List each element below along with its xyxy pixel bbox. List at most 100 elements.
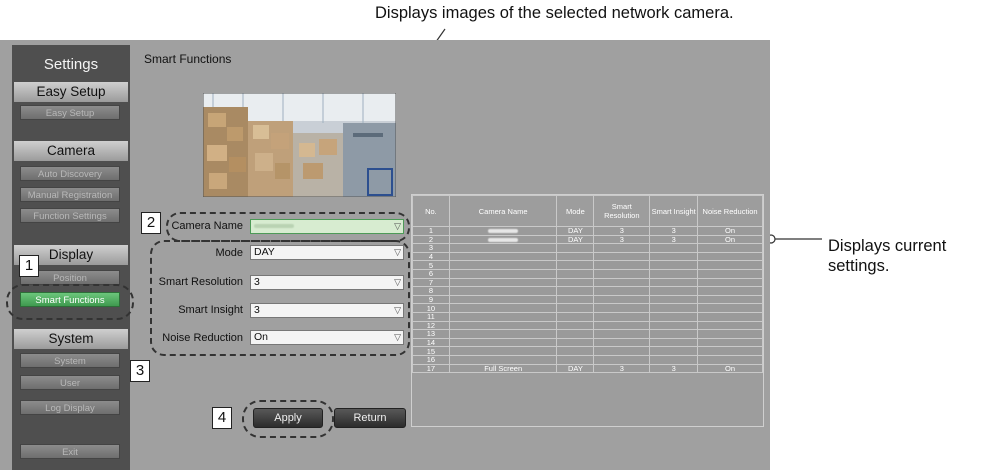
table-row[interactable]: 9: [412, 294, 763, 305]
table-cell: [649, 286, 699, 296]
table-row[interactable]: 1 DAY 3 3 On: [412, 226, 763, 236]
table-cell: [697, 277, 763, 288]
table-cell: 5: [412, 260, 450, 270]
table-cell: 11: [412, 311, 450, 322]
mode-label: Mode: [215, 247, 243, 259]
sidebar-item-function-settings[interactable]: Function Settings: [20, 208, 120, 223]
table-cell: 6: [412, 268, 450, 279]
noise-reduction-label: Noise Reduction: [162, 332, 243, 344]
table-cell: [697, 286, 763, 296]
table-row[interactable]: 5: [412, 260, 763, 270]
table-cell: [593, 294, 651, 305]
sidebar-item-easy-setup[interactable]: Easy Setup: [20, 105, 120, 120]
chevron-down-icon: ▽: [394, 332, 401, 342]
table-cell: [593, 251, 651, 262]
table-cell: 3: [412, 243, 450, 253]
sidebar-item-log-display[interactable]: Log Display: [20, 400, 120, 415]
table-cell: [593, 286, 651, 296]
table-cell: [448, 286, 558, 296]
table-row[interactable]: 14: [412, 337, 763, 348]
chevron-down-icon: ▽: [394, 277, 401, 287]
sidebar-title: Settings: [43, 56, 99, 73]
table-cell: [649, 354, 699, 365]
smart-resolution-select[interactable]: 3 ▽: [250, 275, 404, 290]
column-header-no: No.: [412, 195, 450, 227]
table-cell: [556, 243, 595, 253]
table-cell: [448, 260, 558, 270]
sidebar-item-system[interactable]: System: [20, 353, 120, 368]
exit-button[interactable]: Exit: [20, 444, 120, 459]
table-cell: [649, 337, 699, 348]
return-button[interactable]: Return: [334, 408, 406, 428]
table-cell: [556, 277, 595, 288]
table-cell: [593, 354, 651, 365]
table-cell: [649, 320, 699, 331]
table-cell: [593, 320, 651, 331]
sidebar-item-auto-discovery[interactable]: Auto Discovery: [20, 166, 120, 181]
table-row[interactable]: 13: [412, 329, 763, 339]
table-cell: [649, 260, 699, 270]
table-cell: [448, 234, 558, 245]
table-row[interactable]: 8: [412, 286, 763, 296]
table-cell: 3: [593, 363, 651, 374]
table-cell: 3: [649, 226, 699, 236]
table-cell: [697, 251, 763, 262]
table-row[interactable]: 10: [412, 303, 763, 313]
table-cell: [448, 320, 558, 331]
column-header-smart-insight: Smart Insight: [649, 195, 699, 227]
table-cell: [556, 346, 595, 356]
table-cell: [697, 294, 763, 305]
table-cell: 10: [412, 303, 450, 313]
table-cell: 13: [412, 329, 450, 339]
settings-table: No. Camera Name Mode Smart Resolution Sm…: [412, 195, 763, 374]
table-row[interactable]: 2 DAY 3 3 On: [412, 234, 763, 245]
table-cell: [697, 243, 763, 253]
table-cell: 9: [412, 294, 450, 305]
table-cell: 14: [412, 337, 450, 348]
table-row[interactable]: 17 Full Screen DAY 3 3 On: [412, 363, 763, 374]
table-row[interactable]: 16: [412, 354, 763, 365]
table-cell: [593, 277, 651, 288]
table-cell: [649, 277, 699, 288]
table-cell: 7: [412, 277, 450, 288]
marker-1: 1: [19, 255, 39, 277]
table-cell: [448, 354, 558, 365]
table-cell: 15: [412, 346, 450, 356]
table-cell: [649, 294, 699, 305]
table-cell: [448, 294, 558, 305]
mode-select[interactable]: DAY ▽: [250, 245, 404, 260]
table-cell: [593, 337, 651, 348]
table-row[interactable]: 11: [412, 311, 763, 322]
camera-name-obscured: [488, 237, 519, 242]
table-cell: Full Screen: [448, 363, 558, 374]
table-cell: [697, 268, 763, 279]
table-row[interactable]: 7: [412, 277, 763, 288]
sidebar-item-manual-registration[interactable]: Manual Registration: [20, 187, 120, 202]
table-row[interactable]: 6: [412, 268, 763, 279]
noise-reduction-select[interactable]: On ▽: [250, 330, 404, 345]
table-cell: [697, 337, 763, 348]
chevron-down-icon: ▽: [394, 221, 401, 231]
table-row[interactable]: 3: [412, 243, 763, 253]
noise-reduction-value: On: [254, 331, 269, 343]
table-cell: 4: [412, 251, 450, 262]
camera-name-select[interactable]: ▽: [250, 219, 404, 234]
table-cell: [697, 329, 763, 339]
camera-preview-image: [203, 93, 396, 197]
table-cell: [697, 354, 763, 365]
highlight-smart-functions: [6, 284, 134, 320]
table-row[interactable]: 15: [412, 346, 763, 356]
table-cell: [556, 294, 595, 305]
table-cell: [649, 303, 699, 313]
column-header-noise-reduction: Noise Reduction: [697, 195, 763, 227]
sidebar-item-user[interactable]: User: [20, 375, 120, 390]
apply-button[interactable]: Apply: [253, 408, 323, 428]
table-row[interactable]: 12: [412, 320, 763, 331]
table-cell: 3: [649, 363, 699, 374]
smart-insight-select[interactable]: 3 ▽: [250, 303, 404, 318]
table-cell: 3: [593, 226, 651, 236]
chevron-down-icon: ▽: [394, 305, 401, 315]
table-cell: 16: [412, 354, 450, 365]
table-row[interactable]: 4: [412, 251, 763, 262]
table-cell: [448, 337, 558, 348]
